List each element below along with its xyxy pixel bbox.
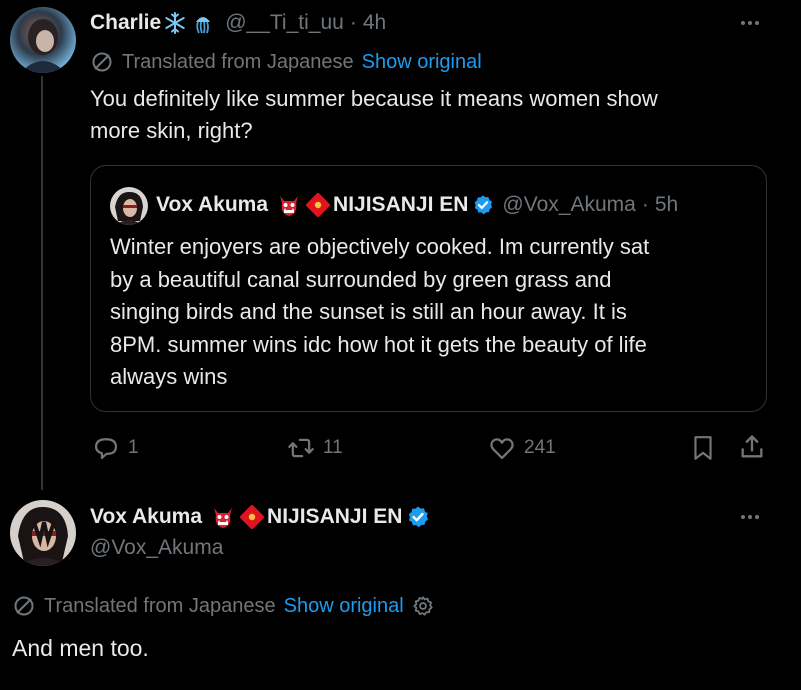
main-translation-row: Translated from Japanese Show original	[12, 593, 434, 619]
quote-header: Vox Akuma NIJISANJI EN @Vox_Akuma · 5h	[156, 191, 678, 219]
quote-author-name: Vox Akuma	[156, 193, 269, 216]
like-button[interactable]: 241	[488, 434, 556, 462]
main-author-name[interactable]: Vox Akuma	[90, 505, 202, 529]
reply-button[interactable]: 1	[92, 434, 139, 462]
quote-text: Winter enjoyers are objectively cooked. …	[110, 231, 649, 394]
like-count: 241	[524, 437, 556, 458]
translate-icon	[12, 594, 36, 618]
show-original-link[interactable]: Show original	[284, 595, 404, 618]
separator: ·	[349, 11, 357, 34]
quote-text-line: 8PM. summer wins idc how hot it gets the…	[110, 331, 647, 357]
reply-translation-row: Translated from Japanese Show original	[90, 49, 482, 75]
reply-header: Charlie @__Ti_ti_uu · 4h	[90, 9, 386, 37]
main-author-handle[interactable]: @Vox_Akuma	[90, 536, 223, 560]
repost-button[interactable]: 11	[287, 434, 343, 462]
oni-mask-icon	[210, 504, 236, 530]
show-original-link[interactable]: Show original	[362, 51, 482, 74]
repost-count: 11	[323, 437, 343, 458]
quote-text-line: by a beautiful canal surrounded by green…	[110, 266, 612, 292]
reply-icon	[92, 434, 120, 462]
quote-time: 5h	[654, 193, 679, 216]
quoted-tweet[interactable]: Vox Akuma NIJISANJI EN @Vox_Akuma · 5h W…	[90, 165, 767, 412]
red-envelope-icon	[305, 192, 331, 218]
bookmark-icon[interactable]	[690, 434, 716, 462]
verified-icon[interactable]	[406, 505, 430, 529]
more-icon[interactable]	[741, 515, 759, 519]
main-header: Vox Akuma NIJISANJI EN	[90, 503, 430, 531]
reply-text-line: You definitely like summer because it me…	[90, 86, 658, 111]
snowflake-icon	[163, 11, 187, 35]
like-icon	[488, 434, 516, 462]
main-avatar[interactable]	[10, 500, 76, 566]
separator: ·	[641, 193, 649, 216]
quote-author-suffix: NIJISANJI EN	[333, 193, 469, 216]
quote-text-line: singing birds and the sunset is still an…	[110, 299, 627, 324]
quote-avatar	[110, 187, 148, 225]
thread-line	[41, 76, 43, 490]
jellyfish-icon	[191, 11, 215, 35]
red-envelope-icon	[239, 504, 265, 530]
reply-author-handle[interactable]: @__Ti_ti_uu	[225, 11, 344, 35]
oni-mask-icon	[276, 192, 302, 218]
verified-icon	[472, 194, 494, 216]
quote-author-handle: @Vox_Akuma	[502, 193, 636, 216]
translated-label: Translated from Japanese	[122, 50, 354, 73]
repost-icon	[287, 434, 315, 462]
quote-text-line: Winter enjoyers are objectively cooked. …	[110, 234, 650, 259]
share-icon[interactable]	[738, 433, 766, 461]
settings-icon[interactable]	[412, 595, 434, 617]
reply-author-name[interactable]: Charlie	[90, 11, 161, 35]
translated-label: Translated from Japanese	[44, 594, 276, 617]
reply-time[interactable]: 4h	[363, 11, 386, 35]
reply-count: 1	[128, 437, 139, 458]
reply-avatar[interactable]	[10, 7, 76, 73]
more-icon[interactable]	[741, 21, 759, 25]
translate-icon	[90, 50, 114, 74]
reply-text: You definitely like summer because it me…	[90, 83, 658, 147]
main-author-suffix[interactable]: NIJISANJI EN	[267, 505, 402, 529]
reply-text-line: more skin, right?	[90, 118, 253, 143]
main-text: And men too.	[12, 635, 149, 661]
quote-text-line: always wins	[110, 364, 228, 389]
